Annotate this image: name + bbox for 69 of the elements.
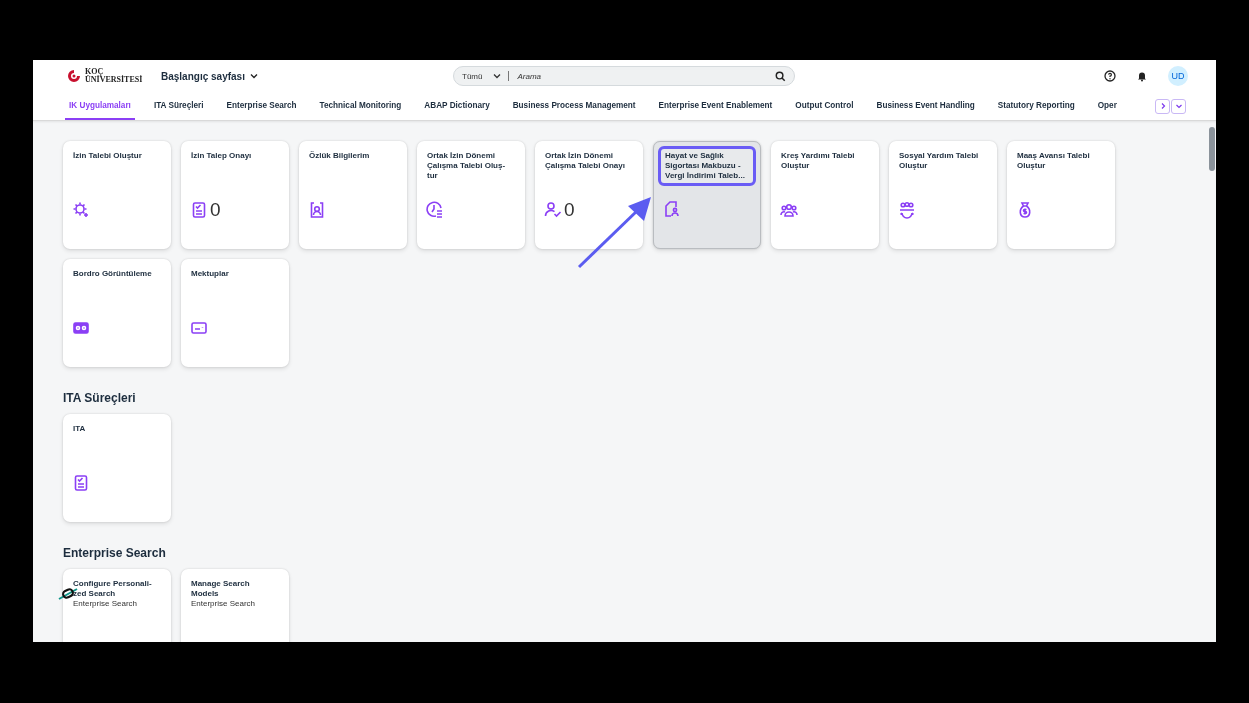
- tile-title: Kreş Yardımı Talebi Oluştur: [781, 151, 856, 171]
- tab[interactable]: Enterprise Search: [222, 92, 301, 120]
- tile-title: Configure Personali-zed Search: [73, 579, 153, 599]
- app-tile[interactable]: Özlük Bilgilerim: [299, 141, 407, 249]
- search-scope[interactable]: Tümü: [462, 71, 503, 81]
- help-icon[interactable]: [1104, 70, 1116, 82]
- user-avatar[interactable]: UD: [1168, 66, 1188, 86]
- scroll-right-button[interactable]: [1155, 98, 1170, 114]
- people-group-icon: [780, 201, 798, 219]
- app-tile[interactable]: İzin Talebi Oluştur: [63, 141, 171, 249]
- app-tile[interactable]: Configure Personali-zed Search Enterprise Search: [63, 569, 171, 642]
- tab[interactable]: Output Control: [791, 92, 858, 120]
- tile-title: Mektuplar: [191, 269, 230, 279]
- tab[interactable]: ABAP Dictionary: [420, 92, 494, 120]
- app-tile[interactable]: Maaş Avansı Talebi Oluştur: [1007, 141, 1115, 249]
- section-heading: ITA Süreçleri: [63, 391, 137, 405]
- tile-subtitle: Enterprise Search: [73, 599, 139, 609]
- tile-title: Ortak İzin Dönemi Çalışma Talebi Onayı: [545, 151, 626, 171]
- app-tile[interactable]: Ortak İzin Dönemi Çalışma Talebi Onayı 0: [535, 141, 643, 249]
- chevron-down-icon: [1174, 102, 1183, 110]
- app-tile[interactable]: Hayat ve Sağlık Sigortası Makbuzu - Vergi İndirimi Taleb...: [653, 141, 761, 249]
- app-tile[interactable]: Mektuplar: [181, 259, 289, 367]
- tile-title: İzin Talebi Oluştur: [73, 151, 143, 161]
- gear-plus-icon: [72, 201, 90, 219]
- person-check-icon: [544, 201, 562, 219]
- tile-title: Ortak İzin Dönemi Çalışma Talebi Oluş-tur: [427, 151, 507, 181]
- checklist-icon: [190, 201, 208, 219]
- document-people-icon: [663, 200, 681, 218]
- tab[interactable]: Business Event Handling: [872, 92, 979, 120]
- tab[interactable]: Business Process Management: [508, 92, 640, 120]
- tab[interactable]: Enterprise Event Enablement: [654, 92, 777, 120]
- app-tile[interactable]: Sosyal Yardım Talebi Oluştur: [889, 141, 997, 249]
- caret-icon: [492, 71, 503, 81]
- overflow-menu-button[interactable]: [1171, 98, 1186, 114]
- checklist-icon: [72, 474, 90, 492]
- app-tile[interactable]: ITA: [63, 414, 171, 522]
- search-icon[interactable]: [775, 70, 786, 82]
- tile-count: 0: [210, 201, 221, 219]
- section-heading: Enterprise Search: [63, 546, 167, 560]
- people-cycle-icon: [898, 201, 916, 219]
- tile-title: Hayat ve Sağlık Sigortası Makbuzu - Vergi İndirimi Taleb...: [665, 151, 746, 181]
- clock-list-icon: [426, 201, 444, 219]
- tab[interactable]: ITA Süreçleri: [149, 92, 208, 120]
- tab[interactable]: Technical Monitoring: [315, 92, 406, 120]
- university-logo[interactable]: KOÇ ÜNİVERSİTESİ: [65, 68, 145, 84]
- tab[interactable]: IK Uygulamaları: [65, 92, 135, 120]
- tile-title: ITA: [73, 424, 87, 434]
- app-tile[interactable]: İzin Talep Onayı 0: [181, 141, 289, 249]
- notification-bell-icon[interactable]: [1136, 70, 1148, 82]
- card-icon: [190, 319, 208, 337]
- tile-title: Manage Search Models: [191, 579, 251, 599]
- app-tile[interactable]: Bordro Görüntüleme: [63, 259, 171, 367]
- tile-title: Özlük Bilgilerim: [309, 151, 371, 161]
- banknote-icon: [72, 319, 90, 337]
- caret-icon: [248, 71, 259, 81]
- page-title-menu[interactable]: Başlangıç sayfası: [161, 70, 259, 82]
- tile-title: İzin Talep Onayı: [191, 151, 253, 161]
- tile-title: Sosyal Yardım Talebi Oluştur: [899, 151, 980, 171]
- app-tile[interactable]: Ortak İzin Dönemi Çalışma Talebi Oluş-tur: [417, 141, 525, 249]
- person-badge-icon: [308, 201, 326, 219]
- search-field[interactable]: Tümü Arama: [453, 66, 795, 86]
- tile-title: Bordro Görüntüleme: [73, 269, 153, 279]
- tab[interactable]: Statutory Reporting: [993, 92, 1079, 120]
- tile-title: Maaş Avansı Talebi Oluştur: [1017, 151, 1091, 171]
- tile-subtitle: Enterprise Search: [191, 599, 257, 609]
- tab[interactable]: Oper: [1093, 92, 1121, 120]
- tile-count: 0: [564, 201, 575, 219]
- app-tile[interactable]: Kreş Yardımı Talebi Oluştur: [771, 141, 879, 249]
- app-tile[interactable]: Manage Search Models Enterprise Search: [181, 569, 289, 642]
